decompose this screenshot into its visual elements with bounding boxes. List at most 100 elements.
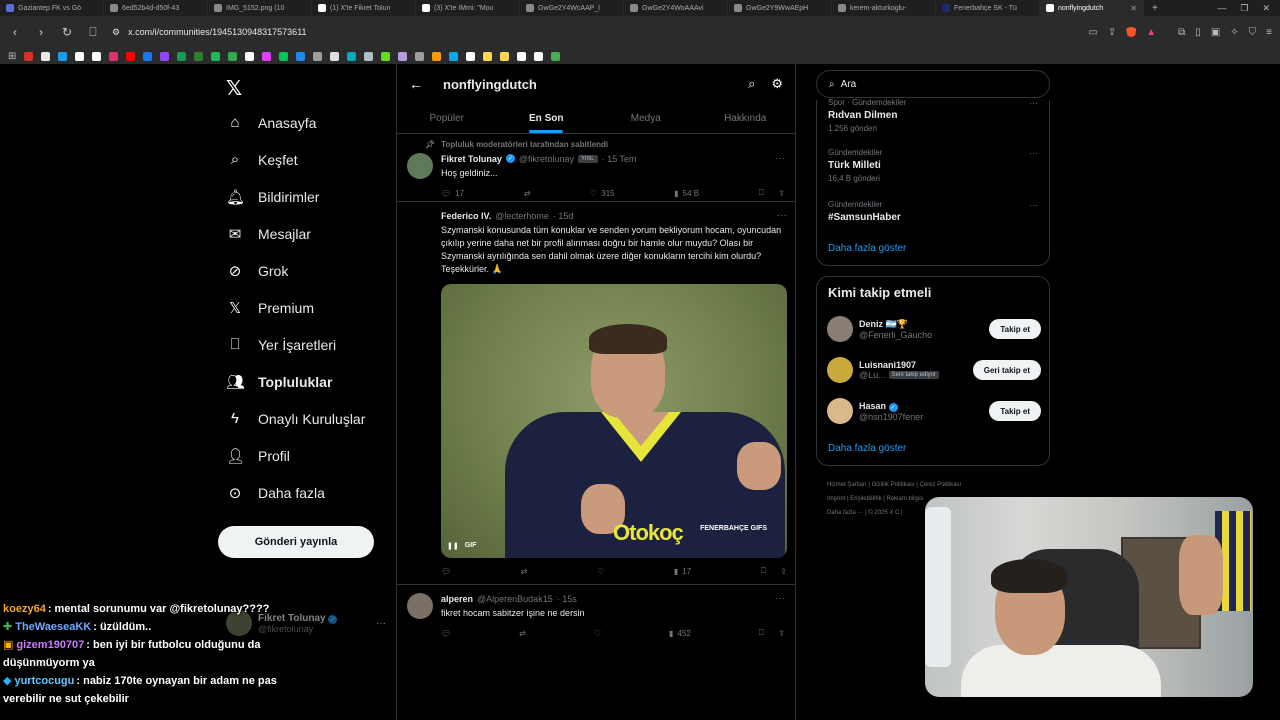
search-input[interactable]: Ara (841, 79, 857, 90)
follow-button[interactable]: Takip et (989, 319, 1041, 339)
bookmark-favicon-icon[interactable] (415, 51, 425, 61)
close-tab-icon[interactable]: ✕ (1130, 4, 1137, 13)
footer-link[interactable]: Çerez Politikası (920, 482, 962, 488)
bookmark-favicon-icon[interactable] (126, 51, 136, 61)
leo-icon[interactable]: ✧ (1230, 27, 1238, 38)
footer-link[interactable]: © 2025 X C (868, 510, 899, 516)
browser-tab[interactable]: kerem-akturkoglu- (832, 0, 936, 16)
bookmark-favicon-icon[interactable] (262, 51, 272, 61)
trends-show-more-link[interactable]: Daha fazla göster (828, 243, 906, 254)
nav-item-search[interactable]: ⌕ Keşfet (226, 151, 298, 168)
like-button[interactable]: ♡ 315 (590, 188, 615, 198)
search-icon[interactable]: ⌕ (748, 76, 755, 92)
bookmark-icon[interactable]: ⎕ (759, 188, 764, 198)
like-button[interactable]: ♡ (594, 628, 601, 638)
bookmark-favicon-icon[interactable] (92, 51, 102, 61)
bookmark-favicon-icon[interactable] (228, 51, 238, 61)
bookmark-favicon-icon[interactable] (177, 51, 187, 61)
bookmark-favicon-icon[interactable] (160, 51, 170, 61)
bookmark-favicon-icon[interactable] (517, 51, 527, 61)
post-author-name[interactable]: Federico IV. (441, 211, 491, 221)
share-icon[interactable]: ⇪ (780, 567, 787, 576)
nav-item-profile[interactable]: 👤︎ Profil (226, 447, 290, 465)
vpn-icon[interactable]: ⛉ (1249, 27, 1257, 38)
more-options-icon[interactable]: ··· (1029, 200, 1038, 210)
follow-show-more-link[interactable]: Daha fazla göster (828, 443, 906, 454)
post-author-name[interactable]: Fikret Tolunay (441, 154, 502, 164)
trend-item[interactable]: Spor · Gündemdekiler Rıdvan Dilmen 1.256 g… (828, 98, 1038, 133)
views-button[interactable]: ▮ 452 (669, 628, 691, 638)
browser-tab[interactable]: Fenerbahçe SK - Tü (936, 0, 1040, 16)
bookmark-page-icon[interactable]: ⎕ (86, 25, 100, 40)
browser-tab[interactable]: (1) X'te Fikret Tolun (312, 0, 416, 16)
menu-icon[interactable]: ≡ (1266, 27, 1272, 38)
bookmark-favicon-icon[interactable] (24, 51, 34, 61)
post-author-handle[interactable]: @lecterhome (495, 211, 549, 221)
gif-controls[interactable]: ❚❚ GIF (447, 542, 476, 550)
gif-media[interactable]: Otokoç FENERBAHÇE GIFS ❚❚ GIF (441, 284, 787, 558)
wallet-icon[interactable]: ▣ (1211, 27, 1220, 38)
bookmark-favicon-icon[interactable] (398, 51, 408, 61)
post-time[interactable]: · 15d (553, 211, 574, 221)
bookmark-favicon-icon[interactable] (143, 51, 153, 61)
footer-link[interactable]: Daha fazla ··· (827, 510, 863, 516)
bookmark-favicon-icon[interactable] (364, 51, 374, 61)
browser-tab[interactable]: GwGe2Y9WwAEpH (728, 0, 832, 16)
url-field[interactable]: ⚙ x.com/i/communities/194513094831757361… (112, 27, 307, 38)
forward-icon[interactable]: › (34, 25, 48, 39)
x-logo-icon[interactable]: 𝕏 (226, 76, 242, 101)
bookmark-favicon-icon[interactable] (75, 51, 85, 61)
avatar[interactable] (407, 153, 433, 179)
bookmark-favicon-icon[interactable] (483, 51, 493, 61)
nav-item-home[interactable]: ⌂ Anasayfa (226, 114, 316, 131)
nav-item-mail[interactable]: ✉ Mesajlar (226, 225, 311, 243)
footer-link[interactable]: Hizmet Şartları (827, 482, 867, 488)
apps-grid-icon[interactable]: ⊞ (8, 51, 16, 62)
bookmark-favicon-icon[interactable] (500, 51, 510, 61)
back-arrow-icon[interactable]: ← (409, 76, 423, 92)
bookmark-favicon-icon[interactable] (347, 51, 357, 61)
views-button[interactable]: ▮ 54 B (674, 188, 699, 198)
site-info-icon[interactable]: ⚙ (112, 27, 120, 38)
trend-item[interactable]: Gündemdekiler #SamsunHaber ··· (828, 200, 1038, 223)
bookmark-favicon-icon[interactable] (381, 51, 391, 61)
reply-button[interactable]: 💬︎ (441, 566, 451, 576)
browser-tab[interactable]: GwGe2Y4WoAAAvi (624, 0, 728, 16)
like-button[interactable]: ♡ (597, 566, 604, 576)
bookmark-favicon-icon[interactable] (279, 51, 289, 61)
back-icon[interactable]: ‹ (8, 25, 22, 39)
footer-link[interactable]: Erişilebilirlik (850, 496, 881, 502)
post-author-handle[interactable]: @AlperenBudak15 (477, 594, 553, 604)
follow-suggestion[interactable]: Deniz 🇦🇷🏆 @Fenerli_Gaucho Takip et (827, 315, 1041, 343)
bookmark-favicon-icon[interactable] (245, 51, 255, 61)
post-time[interactable]: · 15 Tem (602, 154, 637, 164)
bookmark-favicon-icon[interactable] (432, 51, 442, 61)
avatar[interactable] (827, 398, 853, 424)
bookmark-favicon-icon[interactable] (466, 51, 476, 61)
share-icon[interactable]: ⇪ (778, 189, 785, 198)
share-icon[interactable]: ⇪ (1108, 27, 1116, 38)
nav-item-communities[interactable]: 👥︎ Topluluklar (226, 373, 332, 391)
extensions-icon[interactable]: ⧉ (1178, 27, 1185, 38)
repost-button[interactable]: ⇄ (524, 188, 531, 198)
nav-item-x-premium[interactable]: 𝕏 Premium (226, 299, 314, 317)
rewards-icon[interactable]: ▲ (1146, 27, 1156, 38)
bookmark-favicon-icon[interactable] (211, 51, 221, 61)
nav-item-lightning[interactable]: ϟ Onaylı Kuruluşlar (226, 410, 365, 427)
pinned-post[interactable]: 📌︎ Topluluk moderatörleri tarafından sab… (397, 134, 795, 202)
reply-button[interactable]: 💬︎ (441, 628, 451, 638)
browser-tab[interactable]: Gaziantep FK vs Gö (0, 0, 104, 16)
tab-popular[interactable]: Popüler (397, 104, 497, 133)
post-time[interactable]: · 15s (557, 594, 577, 604)
nav-item-more-circle[interactable]: ⊙ Daha fazla (226, 484, 325, 502)
brave-shield-icon[interactable] (1126, 26, 1137, 38)
bookmark-favicon-icon[interactable] (449, 51, 459, 61)
more-options-icon[interactable]: ··· (775, 153, 785, 164)
nav-item-bookmark[interactable]: ⎕ Yer İşaretleri (226, 336, 336, 353)
new-tab-icon[interactable]: + (1144, 3, 1166, 14)
nav-item-grok[interactable]: ⊘ Grok (226, 262, 289, 280)
reply-button[interactable]: 💬︎ 17 (441, 188, 464, 198)
bookmark-favicon-icon[interactable] (330, 51, 340, 61)
pause-icon[interactable]: ❚❚ (447, 542, 459, 550)
bookmark-favicon-icon[interactable] (313, 51, 323, 61)
